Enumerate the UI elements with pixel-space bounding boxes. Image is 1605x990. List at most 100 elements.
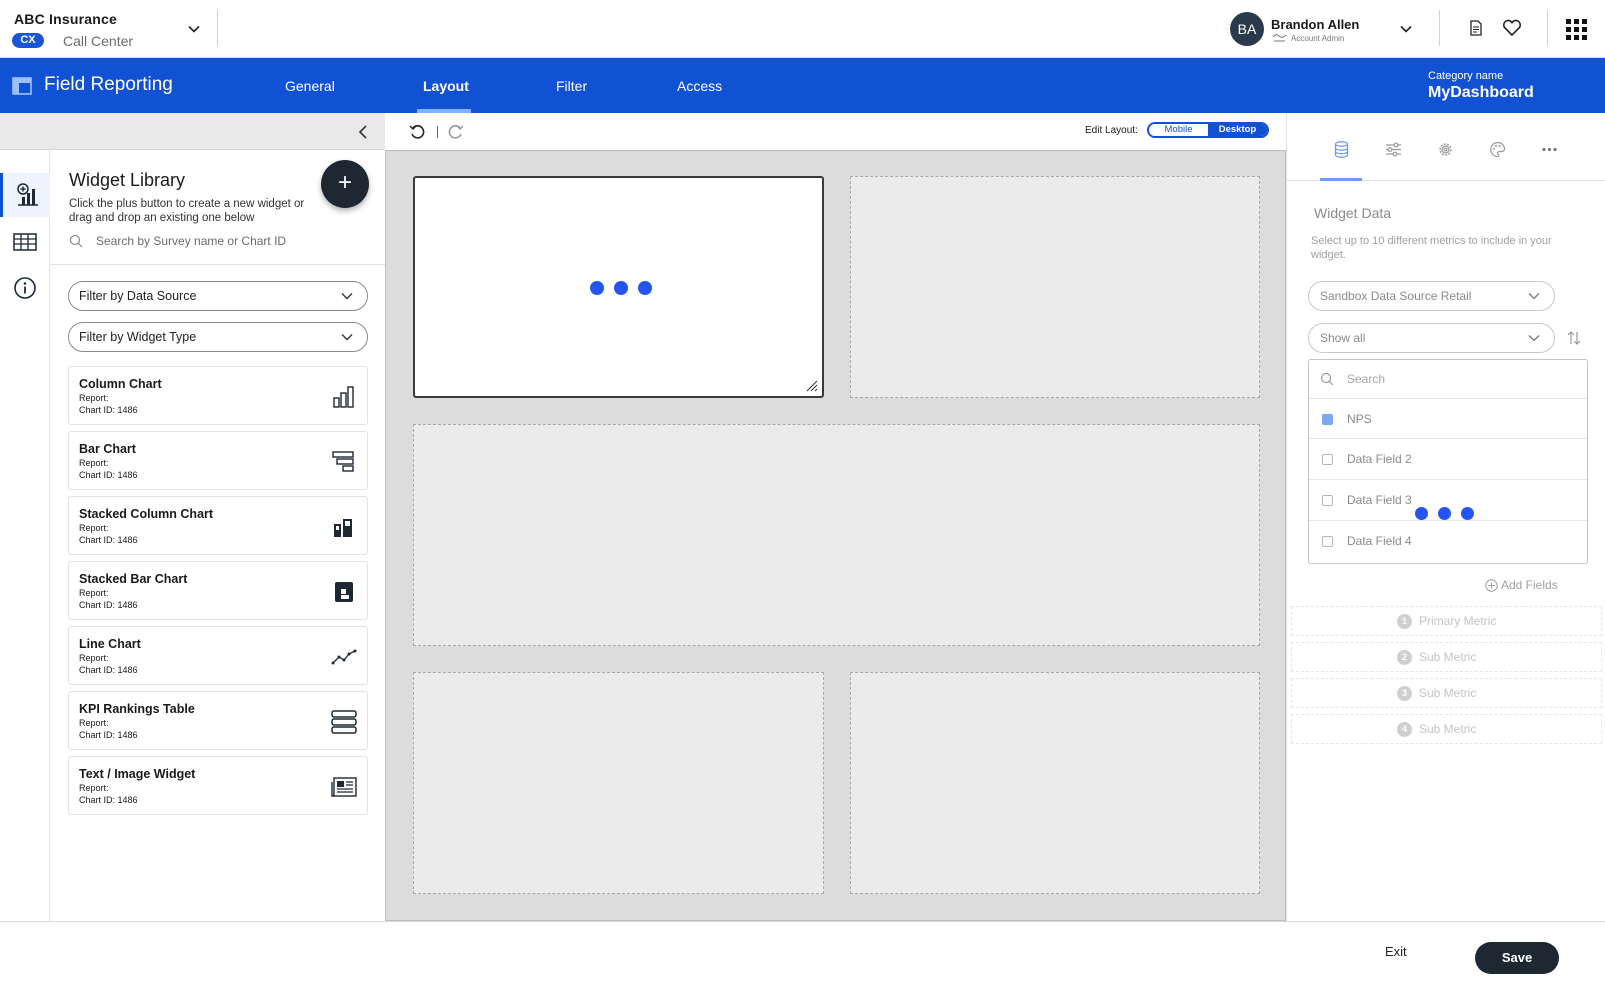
- widget-slot-active[interactable]: [413, 176, 824, 398]
- sliders-icon: [1386, 142, 1401, 157]
- widget-item-stacked-column-chart[interactable]: Stacked Column Chart Report: Chart ID: 1…: [68, 496, 368, 555]
- layout-toggle[interactable]: Mobile Desktop: [1147, 122, 1269, 138]
- widget-item-report: Report:: [79, 783, 109, 793]
- resize-handle-icon[interactable]: [804, 378, 818, 392]
- tab-general[interactable]: General: [285, 78, 335, 94]
- top-bar: ABC Insurance CX Call Center BA Brandon …: [0, 0, 1605, 58]
- widget-slot-empty[interactable]: [413, 672, 824, 894]
- widget-slot-empty[interactable]: [850, 672, 1260, 894]
- info-icon: [14, 277, 36, 299]
- show-filter-select[interactable]: Show all: [1308, 323, 1555, 353]
- rail-table[interactable]: [0, 220, 50, 264]
- redo-icon[interactable]: [448, 124, 464, 140]
- widget-item-stacked-bar-chart[interactable]: Stacked Bar Chart Report: Chart ID: 1486: [68, 561, 368, 620]
- panel-tabs: [1287, 135, 1605, 181]
- user-name: Brandon Allen: [1271, 17, 1360, 32]
- filter-widget-type-dropdown[interactable]: Filter by Widget Type: [68, 322, 368, 352]
- data-source-select[interactable]: Sandbox Data Source Retail: [1308, 281, 1555, 311]
- widget-search-input[interactable]: [96, 231, 366, 251]
- search-icon: [1320, 372, 1334, 386]
- side-rail: [0, 150, 50, 921]
- tab-access[interactable]: Access: [677, 78, 722, 94]
- field-label: Data Field 2: [1347, 452, 1412, 466]
- checkbox-checked[interactable]: [1322, 414, 1333, 425]
- save-button[interactable]: Save: [1475, 942, 1559, 974]
- tab-style[interactable]: [1476, 135, 1518, 181]
- checkbox[interactable]: [1322, 536, 1333, 547]
- tab-filter[interactable]: Filter: [556, 78, 587, 94]
- field-row[interactable]: NPS: [1309, 398, 1587, 438]
- heart-icon[interactable]: [1502, 19, 1522, 37]
- user-chevron-down-icon[interactable]: [1399, 22, 1413, 36]
- rail-info[interactable]: [0, 266, 50, 310]
- widget-item-report: Report:: [79, 393, 109, 403]
- avatar[interactable]: BA: [1230, 12, 1264, 46]
- field-row[interactable]: Data Field 4: [1309, 520, 1587, 560]
- add-circle-icon[interactable]: [1485, 579, 1498, 592]
- widget-item-text-image-widget[interactable]: Text / Image Widget Report: Chart ID: 14…: [68, 756, 368, 815]
- checkbox[interactable]: [1322, 454, 1333, 465]
- widget-item-kpi-rankings-table[interactable]: KPI Rankings Table Report: Chart ID: 148…: [68, 691, 368, 750]
- field-label: Data Field 4: [1347, 534, 1412, 548]
- chevron-down-icon: [341, 334, 353, 341]
- line-chart-icon: [331, 649, 357, 665]
- loading-indicator: [1415, 507, 1474, 520]
- widget-slot-empty[interactable]: [850, 176, 1260, 398]
- rail-widgets[interactable]: [0, 173, 50, 217]
- metric-slot-primary[interactable]: 1 Primary Metric: [1291, 606, 1602, 636]
- field-label: NPS: [1347, 412, 1372, 426]
- chart-add-icon: [17, 183, 38, 206]
- tab-data[interactable]: [1320, 135, 1362, 181]
- exit-button[interactable]: Exit: [1385, 944, 1407, 959]
- field-search-input[interactable]: [1347, 370, 1567, 388]
- widget-item-title: Line Chart: [79, 637, 141, 651]
- widget-item-line-chart[interactable]: Line Chart Report: Chart ID: 1486: [68, 626, 368, 685]
- dashboard-icon: [12, 77, 32, 95]
- add-fields-link[interactable]: Add Fields: [1501, 578, 1558, 592]
- metric-slot-sub[interactable]: 4 Sub Metric: [1291, 714, 1602, 744]
- widget-item-chart-id: Chart ID: 1486: [79, 535, 138, 545]
- bar-chart-icon: [332, 451, 354, 472]
- metric-label: Sub Metric: [1419, 722, 1477, 736]
- document-icon[interactable]: [1469, 20, 1483, 36]
- widget-library-panel: Widget Library Click the plus button to …: [50, 150, 385, 921]
- tab-more[interactable]: [1528, 135, 1570, 181]
- divider: [1439, 10, 1440, 46]
- field-list: NPS Data Field 2 Data Field 3 Data Field…: [1308, 359, 1588, 564]
- metric-slot-sub[interactable]: 3 Sub Metric: [1291, 678, 1602, 708]
- field-row[interactable]: Data Field 2: [1309, 438, 1587, 478]
- palette-icon: [1490, 141, 1506, 158]
- more-horizontal-icon: [1542, 147, 1557, 152]
- collapse-chevron-left-icon[interactable]: [357, 125, 369, 139]
- category-label: Category name: [1428, 70, 1504, 82]
- role-icon: [1272, 34, 1287, 42]
- divider: [217, 10, 218, 46]
- widget-data-panel: Widget Data Select up to 10 different me…: [1286, 113, 1605, 921]
- tab-layout[interactable]: Layout: [423, 78, 469, 94]
- toggle-mobile[interactable]: Mobile: [1149, 124, 1208, 136]
- app-grid-icon[interactable]: [1566, 19, 1588, 41]
- widget-item-column-chart[interactable]: Column Chart Report: Chart ID: 1486: [68, 366, 368, 425]
- widget-item-bar-chart[interactable]: Bar Chart Report: Chart ID: 1486: [68, 431, 368, 490]
- show-filter-value: Show all: [1320, 331, 1366, 345]
- sort-icon[interactable]: [1567, 329, 1581, 347]
- search-icon: [69, 234, 83, 248]
- org-chevron-down-icon[interactable]: [187, 22, 201, 36]
- metric-number: 4: [1397, 722, 1412, 737]
- org-name: ABC Insurance: [14, 11, 117, 27]
- app-root: ABC Insurance CX Call Center BA Brandon …: [0, 0, 1605, 990]
- add-widget-button[interactable]: +: [321, 160, 369, 208]
- tab-settings[interactable]: [1424, 135, 1466, 181]
- metric-label: Sub Metric: [1419, 686, 1477, 700]
- metric-label: Sub Metric: [1419, 650, 1477, 664]
- metric-slot-sub[interactable]: 2 Sub Metric: [1291, 642, 1602, 672]
- undo-icon[interactable]: [409, 124, 425, 140]
- toggle-desktop[interactable]: Desktop: [1208, 124, 1267, 136]
- filter-widget-type-label: Filter by Widget Type: [79, 330, 197, 344]
- data-source-value: Sandbox Data Source Retail: [1320, 289, 1472, 303]
- checkbox[interactable]: [1322, 495, 1333, 506]
- filter-data-source-dropdown[interactable]: Filter by Data Source: [68, 281, 368, 311]
- category-value: MyDashboard: [1428, 84, 1534, 101]
- widget-slot-empty[interactable]: [413, 424, 1260, 646]
- tab-options[interactable]: [1372, 135, 1414, 181]
